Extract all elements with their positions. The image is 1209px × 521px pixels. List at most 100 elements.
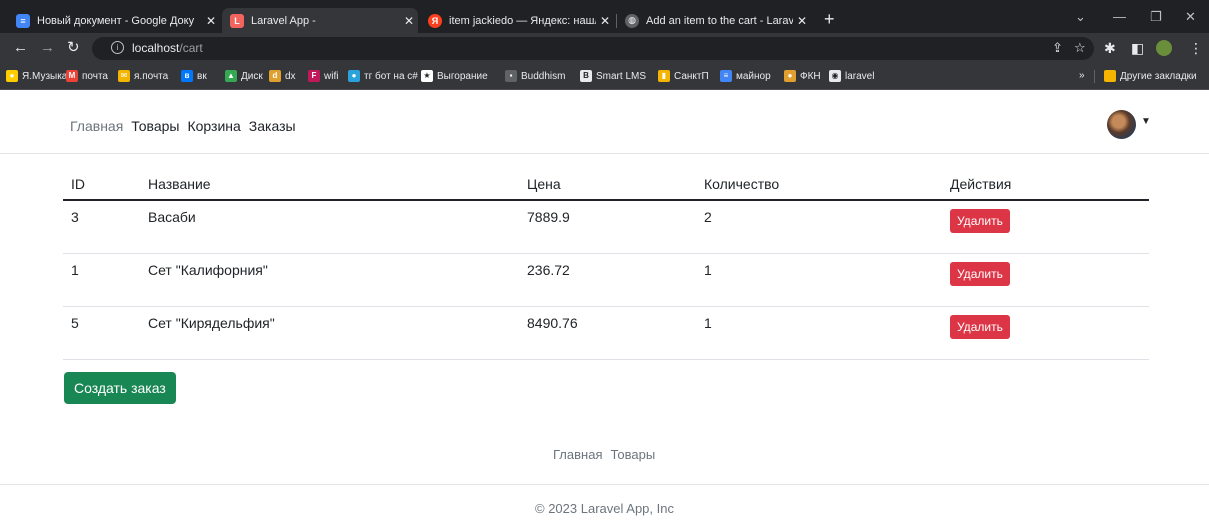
bookmark-label: СанктП — [674, 70, 709, 82]
url-host: localhost — [132, 41, 180, 55]
globe-icon: ◍ — [625, 13, 639, 28]
cell-name: Васаби — [140, 200, 519, 254]
bookmark-mail[interactable]: Mпочта — [66, 70, 108, 82]
nav-link-cart[interactable]: Корзина — [187, 118, 240, 134]
close-tab-icon[interactable]: ✕ — [400, 14, 418, 28]
tab-title: item jackiedo — Яндекс: нашло — [449, 14, 596, 27]
sidepanel-icon[interactable]: ◧ — [1131, 40, 1144, 56]
bookmark-dx[interactable]: d dx — [269, 70, 296, 82]
bookmark-label: я.почта — [134, 70, 169, 82]
bookmark-spb[interactable]: ▮ СанктП — [658, 70, 709, 82]
bookmark-label: вк — [197, 70, 207, 82]
bookmark-vk[interactable]: в вк — [181, 70, 207, 82]
browser-tab-docs[interactable]: ≡ Новый документ - Google Доку ✕ — [8, 8, 220, 33]
bookmark-label: Диск — [241, 70, 263, 82]
bookmark-label: laravel — [845, 70, 875, 82]
minimize-icon[interactable]: — — [1113, 9, 1126, 24]
docs-icon: ≡ — [16, 13, 30, 28]
bookmark-label: dx — [285, 70, 296, 82]
profile-avatar[interactable] — [1156, 40, 1172, 56]
col-header-id: ID — [63, 169, 140, 201]
bookmark-disk[interactable]: ▲ Диск — [225, 70, 263, 82]
other-bookmarks-label: Другие закладки — [1120, 70, 1197, 82]
bookmark-laravel[interactable]: ◉ laravel — [829, 70, 874, 82]
bookmark-yamail[interactable]: ✉ я.почта — [118, 70, 168, 82]
bookmark-label: ФКН — [800, 70, 821, 82]
new-tab-icon[interactable]: + — [824, 10, 835, 28]
nav-link-products[interactable]: Товары — [131, 118, 179, 134]
bookmark-tgbot[interactable]: ● тг бот на c# — [348, 70, 418, 82]
bookmark-star-icon[interactable]: ☆ — [1074, 40, 1086, 56]
bookmark-spb-icon: ▮ — [658, 70, 670, 82]
bookmark-label: Buddhism — [521, 70, 566, 82]
close-tab-icon[interactable]: ✕ — [202, 14, 220, 28]
close-tab-icon[interactable]: ✕ — [596, 14, 614, 28]
bookmark-label: Я.Музыка — [22, 70, 68, 82]
delete-button[interactable]: Удалить — [950, 209, 1010, 233]
cell-id: 1 — [63, 253, 140, 307]
cell-price: 7889.9 — [519, 200, 696, 254]
tab-search-icon[interactable]: ⌄ — [1075, 9, 1086, 25]
table-row: 5 Сет "Кирядельфия" 8490.76 1 Удалить — [63, 306, 1149, 360]
create-order-button[interactable]: Создать заказ — [64, 372, 176, 404]
footer-link-products[interactable]: Товары — [610, 447, 655, 462]
col-header-qty: Количество — [696, 169, 942, 201]
browser-tab-laravel[interactable]: L Laravel App - ✕ — [222, 8, 418, 33]
cell-actions: Удалить — [942, 306, 1149, 360]
more-bookmarks-icon[interactable]: » — [1079, 70, 1085, 81]
delete-button[interactable]: Удалить — [950, 261, 1010, 286]
bookmark-yamusic[interactable]: ● Я.Музыка — [6, 70, 67, 82]
bookmark-tgbot-icon: ● — [348, 70, 360, 82]
bookmark-smartlms-icon: B — [580, 70, 592, 82]
cell-price: 8490.76 — [519, 306, 696, 360]
bookmark-label: Smart LMS — [596, 70, 647, 82]
reload-icon[interactable]: ↻ — [67, 39, 80, 57]
bookmark-buddhism-icon: ▪ — [505, 70, 517, 82]
browser-tab-bar: ≡ Новый документ - Google Доку ✕ L Larav… — [0, 0, 1209, 33]
bookmark-burnout[interactable]: ★ Выгорание — [421, 70, 488, 82]
delete-button[interactable]: Удалить — [950, 314, 1010, 339]
bookmark-label: Выгорание — [437, 70, 488, 82]
user-avatar[interactable] — [1107, 110, 1136, 139]
bookmark-minor[interactable]: ≡ майнор — [720, 70, 771, 82]
browser-tab-yandex[interactable]: Я item jackiedo — Яндекс: нашло ✕ — [420, 8, 614, 33]
extensions-icon[interactable]: ✱ — [1104, 40, 1116, 56]
chevron-down-icon[interactable]: ▼ — [1141, 116, 1151, 127]
address-bar[interactable]: i localhost/cart ⇪ ☆ — [92, 37, 1094, 60]
bookmark-laravel-icon: ◉ — [829, 70, 841, 82]
cell-name: Сет "Калифорния" — [140, 253, 519, 307]
bookmark-wifi[interactable]: Fwifi — [308, 70, 338, 82]
bookmark-label: тг бот на c# — [364, 70, 418, 82]
bookmark-mail-icon: M — [66, 70, 78, 82]
cell-price: 236.72 — [519, 253, 696, 307]
other-bookmarks[interactable]: Другие закладки — [1104, 70, 1197, 82]
back-icon[interactable]: ← — [13, 39, 28, 57]
close-tab-icon[interactable]: ✕ — [793, 14, 811, 28]
tab-title: Новый документ - Google Доку — [37, 14, 195, 27]
cell-actions: Удалить — [942, 200, 1149, 254]
cell-qty: 1 — [696, 306, 942, 360]
table-row: 3 Васаби 7889.9 2 Удалить — [63, 200, 1149, 254]
share-icon[interactable]: ⇪ — [1052, 40, 1063, 56]
copyright-text: © 2023 Laravel App, Inc — [535, 501, 674, 516]
bookmark-burnout-icon: ★ — [421, 70, 433, 82]
bookmark-fkn[interactable]: ● ФКН — [784, 70, 821, 82]
browser-tab-add-item[interactable]: ◍ Add an item to the cart - Laravel ✕ — [617, 8, 811, 33]
restore-icon[interactable]: ❐ — [1150, 9, 1162, 25]
bookmark-smartlms[interactable]: B Smart LMS — [580, 70, 646, 82]
bookmark-yamusic-icon: ● — [6, 70, 18, 82]
menu-dots-icon[interactable]: ⋮ — [1189, 40, 1203, 56]
info-icon[interactable]: i — [111, 41, 124, 54]
yandex-icon: Я — [428, 13, 442, 28]
bookmark-buddhism[interactable]: ▪ Buddhism — [505, 70, 565, 82]
col-header-price: Цена — [519, 169, 696, 201]
nav-link-home[interactable]: Главная — [70, 118, 123, 134]
nav-link-orders[interactable]: Заказы — [249, 118, 296, 134]
forward-icon[interactable]: → — [40, 39, 55, 57]
folder-icon — [1104, 70, 1116, 82]
bookmark-yamail-icon: ✉ — [118, 70, 130, 82]
footer-nav: Главная Товары — [553, 447, 655, 462]
url-path: /cart — [179, 41, 203, 55]
close-window-icon[interactable]: ✕ — [1185, 9, 1196, 25]
footer-link-home[interactable]: Главная — [553, 447, 602, 462]
